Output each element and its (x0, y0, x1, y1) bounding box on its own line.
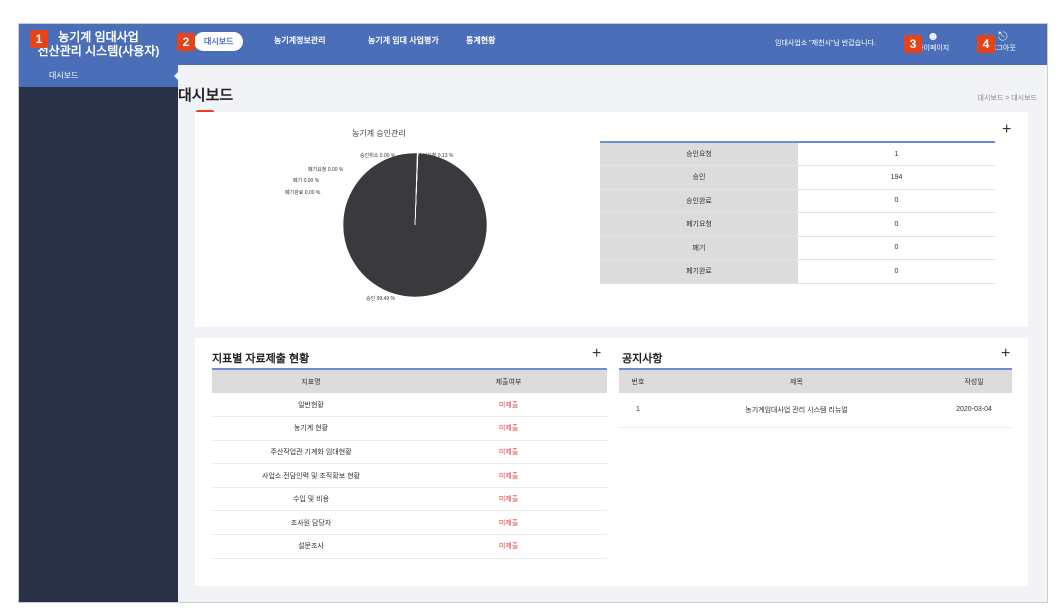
status-count: 1 (798, 142, 995, 166)
submission-title: 지표별 자료제출 현황 (212, 353, 310, 365)
notice-subject: 농기계임대사업 관리 시스템 리뉴얼 (657, 393, 936, 428)
marker-4: 4 (977, 35, 995, 53)
approval-table: 승인요청 1 승인 194 승인완료 0 폐기요청 0 폐기 0 폐기완료 0 (600, 141, 995, 284)
status-count: 0 (798, 236, 995, 260)
status-label: 폐기요청 (600, 212, 798, 237)
notice-add-button[interactable]: + (1001, 345, 1010, 363)
col-indicator: 지표명 (212, 369, 410, 393)
col-date: 작성일 (936, 369, 1012, 393)
submission-status: 미제출 (410, 393, 607, 418)
tab-statistics[interactable]: 통계현황 (466, 35, 495, 46)
indicator-name: 조사원 담당자 (212, 510, 410, 536)
welcome-text: 임대사업소 "제천시"님 반갑습니다. (775, 40, 876, 47)
tab-machine-info[interactable]: 농기계정보관리 (274, 35, 326, 46)
table-row[interactable]: 주산작업관 기계화 임대현황 미제출 (212, 440, 607, 465)
table-row: 폐기요청 0 (600, 212, 995, 237)
approval-pie-chart (342, 152, 488, 298)
label-approval-request: 승인요청 0.13 % (418, 153, 454, 159)
status-count: 0 (798, 212, 995, 237)
status-label: 폐기 (600, 236, 798, 260)
notice-number: 1 (619, 393, 657, 428)
submission-status: 미제출 (410, 510, 607, 536)
status-count: 194 (798, 165, 995, 190)
table-row[interactable]: 농기계 현황 미제출 (212, 416, 607, 441)
page-title: 대시보드 (178, 87, 234, 104)
label-disposal-done: 폐기완료 0.00 % (285, 190, 321, 196)
indicator-name: 주산작업관 기계화 임대현황 (212, 440, 410, 465)
tab-rental-evaluation[interactable]: 농기계 임대 사업평가 (368, 35, 439, 46)
sidebar-item-dashboard[interactable]: 대시보드 (19, 65, 178, 87)
table-row[interactable]: 수입 및 비용 미제출 (212, 487, 607, 512)
status-label: 승인완료 (600, 189, 798, 213)
notice-table: 번호 제목 작성일 1 농기계임대사업 관리 시스템 리뉴얼 2020-03-04 (619, 368, 1012, 428)
submission-status: 미제출 (410, 463, 607, 488)
notice-date: 2020-03-04 (936, 393, 1012, 428)
status-label: 폐기완료 (600, 259, 798, 284)
submission-status: 미제출 (410, 416, 607, 441)
table-row: 승인완료 0 (600, 189, 995, 213)
status-label: 승인 (600, 165, 798, 190)
table-row: 승인요청 1 (600, 142, 995, 166)
table-row: 승인 194 (600, 165, 995, 190)
table-row: 폐기완료 0 (600, 259, 995, 284)
submission-status: 미제출 (410, 534, 607, 559)
submission-table: 지표명 제출여부 일반현황 미제출 농기계 현황 미제출 주산작업관 기계화 임대현황 미… (212, 368, 607, 559)
submission-add-button[interactable]: + (592, 345, 601, 363)
marker-2: 2 (177, 33, 195, 51)
notice-title: 공지사항 (622, 353, 663, 365)
table-row[interactable]: 사업소 전담인력 및 조직확보 현황 미제출 (212, 463, 607, 488)
label-approved: 승인 99.49 % (366, 296, 395, 302)
table-row: 폐기 0 (600, 236, 995, 260)
marker-3: 3 (904, 35, 922, 53)
table-row[interactable]: 1 농기계임대사업 관리 시스템 리뉴얼 2020-03-04 (619, 393, 1012, 428)
table-row[interactable]: 설문조사 미제출 (212, 534, 607, 559)
label-disposal-request: 폐기요청 0.00 % (308, 167, 344, 173)
indicator-name: 일반현황 (212, 393, 410, 418)
submission-status: 미제출 (410, 487, 607, 512)
status-label: 승인요청 (600, 142, 798, 166)
label-approval-cancel: 승인취소 0.00 % (360, 153, 396, 159)
label-disposal: 폐기 0.00 % (293, 178, 320, 184)
tab-dashboard[interactable]: 대시보드 (194, 32, 244, 51)
marker-1: 1 (30, 30, 48, 48)
indicator-name: 수입 및 비용 (212, 487, 410, 512)
table-row[interactable]: 일반현황 미제출 (212, 393, 607, 418)
indicator-name: 사업소 전담인력 및 조직확보 현황 (212, 463, 410, 488)
col-subject: 제목 (657, 369, 936, 393)
col-number: 번호 (619, 369, 657, 393)
sidebar: 농기계 임대사업 전산관리 시스템(사용자) 대시보드 (19, 24, 178, 602)
indicator-name: 설문조사 (212, 534, 410, 559)
submission-status: 미제출 (410, 440, 607, 465)
col-submitted: 제출여부 (410, 369, 607, 393)
indicator-name: 농기계 현황 (212, 416, 410, 441)
chart-title: 농기계 승인관리 (352, 129, 406, 138)
status-count: 0 (798, 189, 995, 213)
breadcrumb: 대시보드 > 대시보드 (977, 95, 1038, 102)
approval-add-button[interactable]: + (1002, 121, 1011, 139)
status-count: 0 (798, 259, 995, 284)
table-row[interactable]: 조사원 담당자 미제출 (212, 510, 607, 536)
